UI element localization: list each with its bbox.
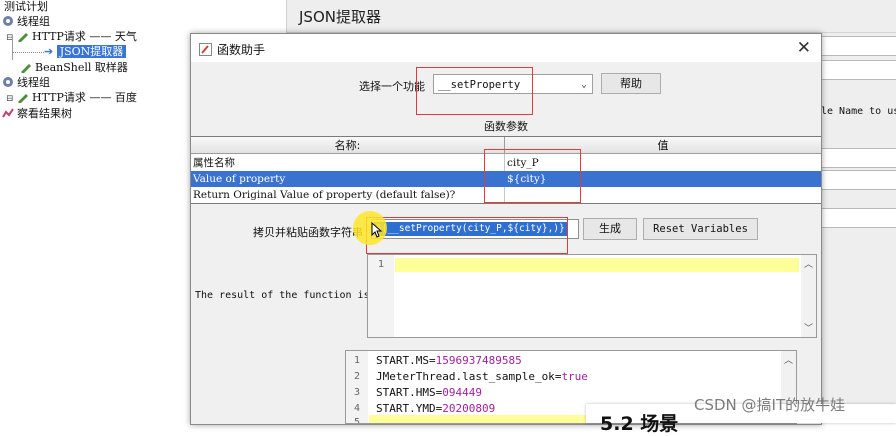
function-select[interactable]: __setProperty ⌄ (433, 74, 593, 94)
copy-paste-label: 拷贝并粘贴函数字符串 (253, 226, 363, 239)
variable-line: START.HMS=094449 (376, 386, 482, 399)
watermark: CSDN @搞IT的放牛娃 (694, 396, 846, 414)
dialog-title: 函数助手 (217, 43, 266, 57)
variable-line: JMeterThread.last_sample_ok=true (376, 370, 588, 383)
pen-icon (17, 91, 29, 104)
json-path-field[interactable] (819, 148, 896, 168)
variable-line: START.MS=1596937489585 (376, 354, 522, 367)
mouse-pointer-icon (371, 221, 383, 242)
tree-item-thread-group-2[interactable]: 线程组 (2, 76, 50, 90)
tree-item-json-extractor[interactable]: ➔ JSON提取器 (44, 45, 127, 59)
tree-item-test-plan[interactable]: 测试计划 (4, 0, 48, 14)
pen-icon (20, 61, 32, 74)
reset-variables-button[interactable]: Reset Variables (643, 218, 758, 240)
panel-title: JSON提取器 (299, 8, 381, 26)
function-string-field[interactable]: ${__setProperty(city_P,${city},)} (371, 219, 579, 239)
table-row[interactable]: 属性名称 city_P (191, 155, 821, 171)
scrollbar[interactable]: ︿ ﹀ (801, 255, 816, 337)
close-icon[interactable]: ✕ (797, 38, 811, 58)
params-table: 名称: 值 属性名称 city_P Value of property ${ci… (191, 136, 821, 204)
generate-button[interactable]: 生成 (583, 218, 637, 240)
collapse-toggle-icon[interactable]: ⊟ (6, 94, 14, 104)
line-number: 1 (378, 259, 385, 270)
column-header-value[interactable]: 值 (505, 137, 821, 154)
tree-item-view-results[interactable]: 察看结果树 (2, 107, 72, 121)
select-function-label: 选择一个功能 (359, 80, 425, 93)
chart-icon (2, 107, 14, 119)
comments-field[interactable] (819, 60, 896, 80)
result-text-area[interactable]: 1 ︿ ﹀ (367, 254, 817, 338)
tree-item-beanshell[interactable]: BeanShell 取样器 (20, 61, 128, 75)
tree-item-http-weather[interactable]: ⊟ HTTP请求 —— 天气 (6, 30, 137, 45)
pen-icon (17, 30, 29, 43)
chevron-up-icon[interactable]: ︿ (804, 257, 813, 270)
chevron-up-icon[interactable]: ︿ (784, 353, 793, 366)
help-button[interactable]: 帮助 (601, 73, 661, 94)
table-row-selected[interactable]: Value of property ${city} (191, 171, 821, 187)
chevron-down-icon[interactable]: ﹀ (804, 321, 813, 334)
tree-item-http-baidu[interactable]: ⊟ HTTP请求 —— 百度 (6, 91, 137, 106)
jmeter-app-icon (199, 41, 212, 60)
tree-connector (12, 38, 13, 60)
dialog-titlebar[interactable]: 函数助手 ✕ (191, 34, 821, 62)
chevron-down-icon: ⌄ (580, 79, 587, 90)
gear-icon (2, 15, 14, 27)
default-values-field[interactable] (819, 208, 896, 228)
function-helper-dialog: 函数助手 ✕ 选择一个功能 __setProperty ⌄ 帮助 函数参数 名称… (190, 33, 822, 425)
name-field[interactable] (819, 36, 896, 56)
tree-item-thread-group-1[interactable]: 线程组 (2, 15, 50, 29)
gear-icon (2, 76, 14, 88)
current-line-highlight (395, 258, 799, 272)
variable-name-label: le Name to us (821, 106, 896, 117)
table-row[interactable]: Return Original Value of property (defau… (191, 187, 821, 203)
variable-line: START.YMD=20200809 (376, 402, 496, 415)
arrow-icon: ➔ (44, 45, 54, 58)
result-label: The result of the function is (195, 290, 370, 301)
column-header-name[interactable]: 名称: (191, 137, 505, 154)
params-title: 函数参数 (484, 120, 528, 133)
tree-connector (12, 52, 44, 54)
match-no-field[interactable] (819, 170, 896, 190)
